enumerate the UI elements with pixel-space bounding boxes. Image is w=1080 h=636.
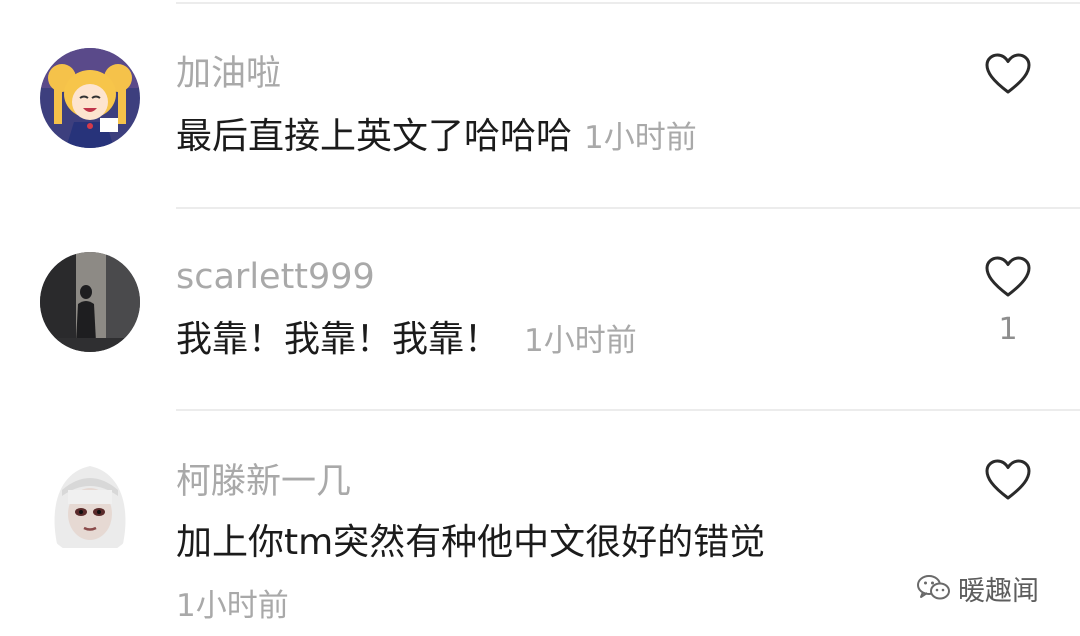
wechat-icon (917, 575, 950, 600)
comment-body: 最后直接上英文了哈哈哈 1小时前 (176, 113, 697, 167)
like-heart-icon[interactable] (984, 458, 1032, 502)
divider (176, 207, 1080, 209)
comment-text: 我靠！我靠！我靠！ (176, 319, 501, 360)
like-count: 1 (998, 312, 1018, 347)
comment-username[interactable]: 加油啦 (176, 52, 281, 96)
comment-timestamp: 1小时前 (524, 323, 637, 359)
comment-text: 加上你tm突然有种他中文很好的错觉 (176, 522, 766, 563)
comment-text: 最后直接上英文了哈哈哈 (176, 116, 573, 157)
comment-username[interactable]: 柯滕新一几 (176, 460, 351, 504)
silhouette-doorway-avatar-icon[interactable] (40, 252, 140, 352)
divider (176, 2, 1080, 4)
divider (176, 409, 1080, 411)
comment-timestamp: 1小时前 (584, 120, 697, 156)
sailor-moon-avatar-icon[interactable] (40, 48, 140, 148)
like-heart-icon[interactable] (984, 255, 1032, 299)
watermark: 暖趣闻 (916, 570, 1039, 607)
memoji-avatar-icon[interactable] (40, 456, 140, 556)
comment-list: 加油啦 最后直接上英文了哈哈哈 1小时前 scarlett999 我靠！我靠！我… (0, 0, 1080, 636)
watermark-label: 暖趣闻 (958, 575, 1039, 607)
comment-body: 我靠！我靠！我靠！ 1小时前 (176, 316, 637, 370)
comment-timestamp: 1小时前 (176, 588, 289, 624)
like-heart-icon[interactable] (984, 52, 1032, 96)
comment-username[interactable]: scarlett999 (176, 255, 375, 299)
comment-body: 加上你tm突然有种他中文很好的错觉 (176, 519, 765, 573)
